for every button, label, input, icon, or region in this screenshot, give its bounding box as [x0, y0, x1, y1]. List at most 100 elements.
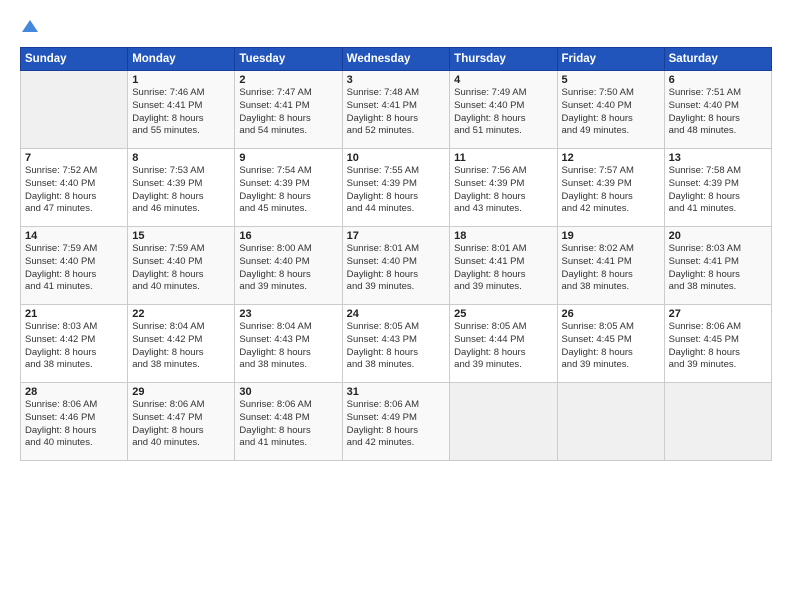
day-info: Sunrise: 8:06 AM Sunset: 4:48 PM Dayligh…	[239, 399, 337, 450]
day-number: 29	[132, 386, 230, 398]
day-number: 6	[669, 74, 767, 86]
day-number: 28	[25, 386, 123, 398]
weekday-header: Monday	[128, 48, 235, 71]
day-number: 26	[562, 308, 660, 320]
day-info: Sunrise: 7:55 AM Sunset: 4:39 PM Dayligh…	[347, 165, 446, 216]
calendar-cell: 10Sunrise: 7:55 AM Sunset: 4:39 PM Dayli…	[342, 149, 450, 227]
calendar-cell: 27Sunrise: 8:06 AM Sunset: 4:45 PM Dayli…	[664, 305, 771, 383]
calendar-week-row: 28Sunrise: 8:06 AM Sunset: 4:46 PM Dayli…	[21, 383, 772, 461]
day-number: 16	[239, 230, 337, 242]
day-info: Sunrise: 8:00 AM Sunset: 4:40 PM Dayligh…	[239, 243, 337, 294]
day-number: 18	[454, 230, 552, 242]
day-info: Sunrise: 7:47 AM Sunset: 4:41 PM Dayligh…	[239, 87, 337, 138]
day-info: Sunrise: 8:03 AM Sunset: 4:41 PM Dayligh…	[669, 243, 767, 294]
calendar-cell: 16Sunrise: 8:00 AM Sunset: 4:40 PM Dayli…	[235, 227, 342, 305]
calendar: SundayMondayTuesdayWednesdayThursdayFrid…	[20, 47, 772, 461]
day-number: 1	[132, 74, 230, 86]
day-info: Sunrise: 8:04 AM Sunset: 4:43 PM Dayligh…	[239, 321, 337, 372]
calendar-cell: 9Sunrise: 7:54 AM Sunset: 4:39 PM Daylig…	[235, 149, 342, 227]
calendar-cell: 2Sunrise: 7:47 AM Sunset: 4:41 PM Daylig…	[235, 71, 342, 149]
calendar-cell: 23Sunrise: 8:04 AM Sunset: 4:43 PM Dayli…	[235, 305, 342, 383]
day-number: 21	[25, 308, 123, 320]
day-info: Sunrise: 8:06 AM Sunset: 4:46 PM Dayligh…	[25, 399, 123, 450]
day-number: 2	[239, 74, 337, 86]
calendar-cell: 25Sunrise: 8:05 AM Sunset: 4:44 PM Dayli…	[450, 305, 557, 383]
day-info: Sunrise: 7:48 AM Sunset: 4:41 PM Dayligh…	[347, 87, 446, 138]
calendar-week-row: 1Sunrise: 7:46 AM Sunset: 4:41 PM Daylig…	[21, 71, 772, 149]
day-number: 14	[25, 230, 123, 242]
day-info: Sunrise: 7:46 AM Sunset: 4:41 PM Dayligh…	[132, 87, 230, 138]
day-number: 31	[347, 386, 446, 398]
calendar-cell: 28Sunrise: 8:06 AM Sunset: 4:46 PM Dayli…	[21, 383, 128, 461]
logo-icon	[22, 18, 38, 34]
page: SundayMondayTuesdayWednesdayThursdayFrid…	[0, 0, 792, 612]
calendar-cell: 14Sunrise: 7:59 AM Sunset: 4:40 PM Dayli…	[21, 227, 128, 305]
day-number: 7	[25, 152, 123, 164]
calendar-cell: 12Sunrise: 7:57 AM Sunset: 4:39 PM Dayli…	[557, 149, 664, 227]
weekday-header: Tuesday	[235, 48, 342, 71]
calendar-cell: 13Sunrise: 7:58 AM Sunset: 4:39 PM Dayli…	[664, 149, 771, 227]
day-number: 8	[132, 152, 230, 164]
day-info: Sunrise: 7:56 AM Sunset: 4:39 PM Dayligh…	[454, 165, 552, 216]
calendar-cell: 26Sunrise: 8:05 AM Sunset: 4:45 PM Dayli…	[557, 305, 664, 383]
day-info: Sunrise: 7:59 AM Sunset: 4:40 PM Dayligh…	[25, 243, 123, 294]
calendar-cell: 15Sunrise: 7:59 AM Sunset: 4:40 PM Dayli…	[128, 227, 235, 305]
day-number: 23	[239, 308, 337, 320]
calendar-cell	[557, 383, 664, 461]
header	[20, 18, 772, 37]
day-number: 11	[454, 152, 552, 164]
day-info: Sunrise: 7:51 AM Sunset: 4:40 PM Dayligh…	[669, 87, 767, 138]
day-number: 3	[347, 74, 446, 86]
calendar-cell: 7Sunrise: 7:52 AM Sunset: 4:40 PM Daylig…	[21, 149, 128, 227]
day-info: Sunrise: 8:02 AM Sunset: 4:41 PM Dayligh…	[562, 243, 660, 294]
calendar-cell: 17Sunrise: 8:01 AM Sunset: 4:40 PM Dayli…	[342, 227, 450, 305]
day-info: Sunrise: 8:06 AM Sunset: 4:47 PM Dayligh…	[132, 399, 230, 450]
day-info: Sunrise: 7:57 AM Sunset: 4:39 PM Dayligh…	[562, 165, 660, 216]
calendar-week-row: 14Sunrise: 7:59 AM Sunset: 4:40 PM Dayli…	[21, 227, 772, 305]
calendar-cell: 3Sunrise: 7:48 AM Sunset: 4:41 PM Daylig…	[342, 71, 450, 149]
day-info: Sunrise: 7:53 AM Sunset: 4:39 PM Dayligh…	[132, 165, 230, 216]
calendar-cell: 19Sunrise: 8:02 AM Sunset: 4:41 PM Dayli…	[557, 227, 664, 305]
day-info: Sunrise: 7:52 AM Sunset: 4:40 PM Dayligh…	[25, 165, 123, 216]
day-number: 17	[347, 230, 446, 242]
day-info: Sunrise: 7:50 AM Sunset: 4:40 PM Dayligh…	[562, 87, 660, 138]
calendar-cell: 1Sunrise: 7:46 AM Sunset: 4:41 PM Daylig…	[128, 71, 235, 149]
calendar-week-row: 21Sunrise: 8:03 AM Sunset: 4:42 PM Dayli…	[21, 305, 772, 383]
calendar-cell: 24Sunrise: 8:05 AM Sunset: 4:43 PM Dayli…	[342, 305, 450, 383]
day-number: 13	[669, 152, 767, 164]
calendar-cell: 8Sunrise: 7:53 AM Sunset: 4:39 PM Daylig…	[128, 149, 235, 227]
calendar-cell: 20Sunrise: 8:03 AM Sunset: 4:41 PM Dayli…	[664, 227, 771, 305]
weekday-header: Wednesday	[342, 48, 450, 71]
calendar-week-row: 7Sunrise: 7:52 AM Sunset: 4:40 PM Daylig…	[21, 149, 772, 227]
day-info: Sunrise: 8:06 AM Sunset: 4:45 PM Dayligh…	[669, 321, 767, 372]
calendar-cell	[664, 383, 771, 461]
weekday-header: Friday	[557, 48, 664, 71]
day-number: 5	[562, 74, 660, 86]
day-number: 19	[562, 230, 660, 242]
weekday-header: Saturday	[664, 48, 771, 71]
calendar-cell: 4Sunrise: 7:49 AM Sunset: 4:40 PM Daylig…	[450, 71, 557, 149]
day-number: 9	[239, 152, 337, 164]
day-info: Sunrise: 8:01 AM Sunset: 4:41 PM Dayligh…	[454, 243, 552, 294]
calendar-cell	[450, 383, 557, 461]
day-info: Sunrise: 7:49 AM Sunset: 4:40 PM Dayligh…	[454, 87, 552, 138]
weekday-header: Thursday	[450, 48, 557, 71]
day-number: 20	[669, 230, 767, 242]
calendar-header-row: SundayMondayTuesdayWednesdayThursdayFrid…	[21, 48, 772, 71]
calendar-cell: 31Sunrise: 8:06 AM Sunset: 4:49 PM Dayli…	[342, 383, 450, 461]
day-info: Sunrise: 7:54 AM Sunset: 4:39 PM Dayligh…	[239, 165, 337, 216]
calendar-cell: 22Sunrise: 8:04 AM Sunset: 4:42 PM Dayli…	[128, 305, 235, 383]
calendar-cell: 6Sunrise: 7:51 AM Sunset: 4:40 PM Daylig…	[664, 71, 771, 149]
day-number: 27	[669, 308, 767, 320]
day-number: 24	[347, 308, 446, 320]
day-info: Sunrise: 8:04 AM Sunset: 4:42 PM Dayligh…	[132, 321, 230, 372]
calendar-cell: 30Sunrise: 8:06 AM Sunset: 4:48 PM Dayli…	[235, 383, 342, 461]
calendar-cell: 29Sunrise: 8:06 AM Sunset: 4:47 PM Dayli…	[128, 383, 235, 461]
calendar-cell: 21Sunrise: 8:03 AM Sunset: 4:42 PM Dayli…	[21, 305, 128, 383]
day-info: Sunrise: 8:05 AM Sunset: 4:45 PM Dayligh…	[562, 321, 660, 372]
day-number: 22	[132, 308, 230, 320]
logo	[20, 18, 38, 37]
day-info: Sunrise: 8:01 AM Sunset: 4:40 PM Dayligh…	[347, 243, 446, 294]
day-info: Sunrise: 7:58 AM Sunset: 4:39 PM Dayligh…	[669, 165, 767, 216]
weekday-header: Sunday	[21, 48, 128, 71]
